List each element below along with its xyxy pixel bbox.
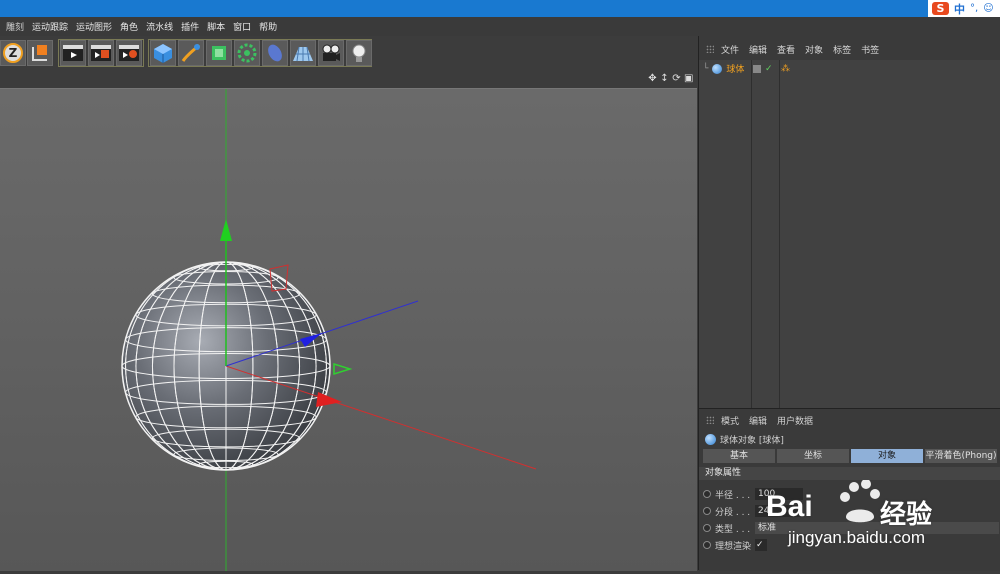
- main-menu-bar: 雕刻 运动跟踪 运动图形 角色 流水线 插件 脚本 窗口 帮助: [0, 17, 1000, 36]
- watermark-brand: Bai: [766, 490, 813, 523]
- light-icon[interactable]: [346, 40, 372, 66]
- prop-render-perfect: 理想渲染: [703, 538, 751, 552]
- prop-segments: 分段 . . .: [703, 504, 750, 518]
- menu-plugins[interactable]: 插件: [181, 20, 199, 33]
- tab-phong[interactable]: 平滑着色(Phong): [925, 449, 997, 463]
- layer-icon[interactable]: [753, 64, 761, 73]
- move-view-icon[interactable]: ✥: [648, 73, 657, 84]
- attribute-title: 球体对象 [球体]: [705, 433, 784, 446]
- menu-motion-tracking[interactable]: 运动跟踪: [32, 20, 68, 33]
- enabled-check-icon[interactable]: ✓: [765, 64, 773, 74]
- object-row-sphere[interactable]: └ 球体 ✓ ⁂: [703, 62, 790, 75]
- baidu-watermark: Bai 经验 jingyan.baidu.com: [762, 479, 1000, 570]
- prop-type-label: 类型 . . .: [715, 524, 751, 535]
- viewport-canvas[interactable]: [0, 88, 697, 571]
- viewport-header: ✥ ↕ ⟳ ▣: [0, 71, 697, 88]
- menu-mograph[interactable]: 运动图形: [76, 20, 112, 33]
- menu-help[interactable]: 帮助: [259, 20, 277, 33]
- render-settings-button[interactable]: [116, 40, 142, 66]
- camera-icon[interactable]: [318, 40, 344, 66]
- segments-animate-radio[interactable]: [703, 507, 711, 515]
- render-picture-viewer-button[interactable]: [88, 40, 114, 66]
- object-manager-menu: 文件 编辑 查看 对象 标签 书签: [699, 40, 1000, 58]
- baidu-paw-icon: [840, 479, 880, 523]
- tag-icon[interactable]: ⁂: [781, 64, 790, 74]
- sogou-logo-icon[interactable]: S: [932, 2, 949, 15]
- rotate-view-icon[interactable]: ⟳: [672, 73, 681, 84]
- ime-punctuation-toggle[interactable]: °,: [970, 3, 978, 14]
- title-bar: S 中 °, ☺: [0, 0, 1000, 17]
- attribute-manager-menu: 模式 编辑 用户数据: [699, 412, 813, 428]
- menu-sculpt[interactable]: 雕刻: [6, 20, 24, 33]
- menu-character[interactable]: 角色: [120, 20, 138, 33]
- z-axis-lock-button[interactable]: Z: [0, 40, 26, 66]
- x-axis-handle: [316, 392, 342, 407]
- object-name[interactable]: 球体: [726, 62, 744, 75]
- deformer-icon[interactable]: [262, 40, 288, 66]
- render-view-button[interactable]: [60, 40, 86, 66]
- am-menu-mode[interactable]: 模式: [721, 414, 739, 427]
- prop-segments-label: 分段 . . .: [715, 507, 751, 518]
- section-object-properties: 对象属性: [699, 467, 1000, 480]
- am-menu-user-data[interactable]: 用户数据: [777, 414, 813, 427]
- radius-animate-radio[interactable]: [703, 490, 711, 498]
- pen-spline-icon[interactable]: [178, 40, 204, 66]
- menu-window[interactable]: 窗口: [233, 20, 251, 33]
- y-axis-handle: [220, 219, 232, 241]
- prop-type: 类型 . . .: [703, 521, 750, 535]
- om-menu-object[interactable]: 对象: [805, 43, 823, 56]
- watermark-brand-cn: 经验: [880, 500, 933, 530]
- render-perfect-animate-radio[interactable]: [703, 541, 711, 549]
- ime-emoji-icon[interactable]: ☺: [983, 3, 993, 14]
- floor-environment-icon[interactable]: [290, 40, 316, 66]
- cube-object-icon[interactable]: [150, 40, 176, 66]
- am-menu-edit[interactable]: 编辑: [749, 414, 767, 427]
- svg-text:Z: Z: [9, 46, 18, 60]
- ime-language-toggle[interactable]: 中: [954, 1, 965, 17]
- om-menu-file[interactable]: 文件: [721, 43, 739, 56]
- toggle-layout-icon[interactable]: ▣: [684, 73, 693, 84]
- tab-object[interactable]: 对象: [851, 449, 923, 463]
- om-menu-tags[interactable]: 标签: [833, 43, 851, 56]
- menu-script[interactable]: 脚本: [207, 20, 225, 33]
- object-manager-list[interactable]: └ 球体 ✓ ⁂: [699, 60, 1000, 410]
- prop-radius-label: 半径 . . .: [715, 490, 751, 501]
- type-animate-radio[interactable]: [703, 524, 711, 532]
- tab-coord[interactable]: 坐标: [777, 449, 849, 463]
- main-toolbar: Z: [0, 36, 698, 70]
- attribute-tabs: 基本 坐标 对象 平滑着色(Phong): [703, 449, 997, 463]
- array-cloner-icon[interactable]: [234, 40, 260, 66]
- ime-toolbar[interactable]: S 中 °, ☺: [928, 0, 1000, 17]
- sphere-object-icon: [705, 434, 716, 445]
- om-menu-edit[interactable]: 编辑: [749, 43, 767, 56]
- tab-basic[interactable]: 基本: [703, 449, 775, 463]
- dolly-view-icon[interactable]: ↕: [660, 73, 669, 84]
- subdivision-surface-icon[interactable]: [206, 40, 232, 66]
- sphere-object-icon: [712, 63, 723, 74]
- om-menu-bookmarks[interactable]: 书签: [861, 43, 879, 56]
- prop-radius: 半径 . . .: [703, 487, 750, 501]
- menu-pipeline[interactable]: 流水线: [146, 20, 173, 33]
- 3d-viewport[interactable]: ✥ ↕ ⟳ ▣: [0, 71, 697, 571]
- coordinate-system-button[interactable]: [27, 40, 53, 66]
- om-menu-view[interactable]: 查看: [777, 43, 795, 56]
- attribute-object-title: 球体对象 [球体]: [720, 436, 784, 446]
- watermark-url: jingyan.baidu.com: [788, 528, 926, 547]
- prop-render-perfect-label: 理想渲染: [715, 541, 752, 552]
